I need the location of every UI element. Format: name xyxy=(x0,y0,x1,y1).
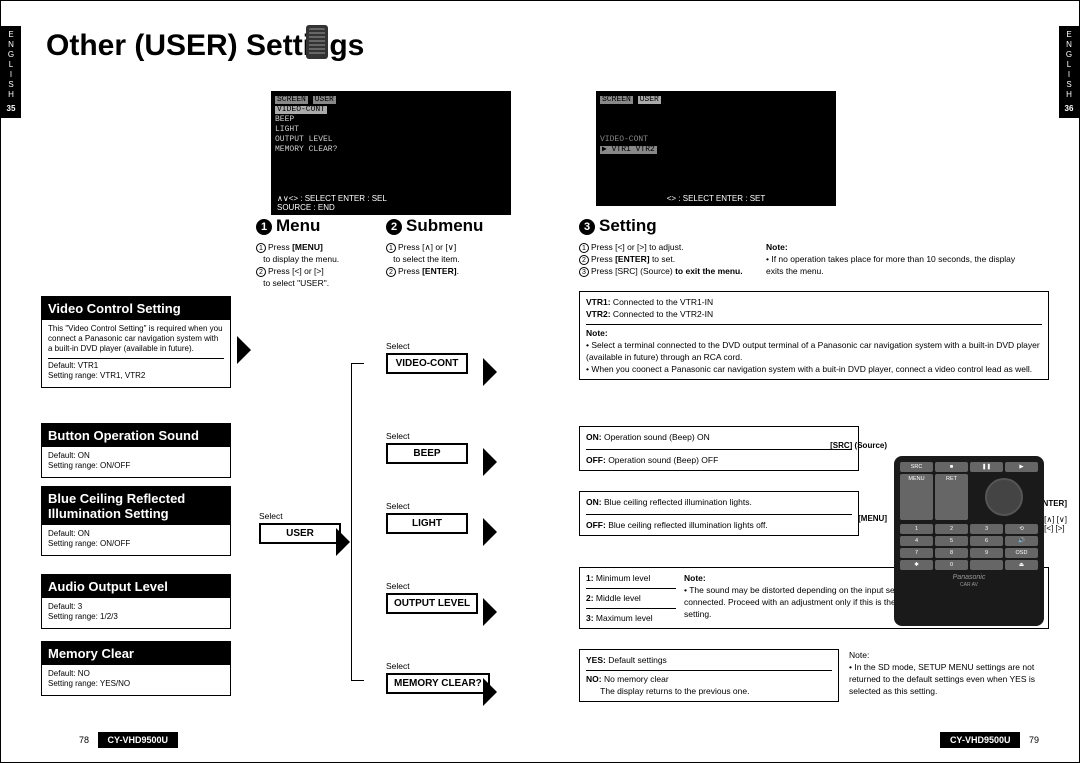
step-1-menu: 1Menu xyxy=(256,216,320,236)
expl-light: ON: Blue ceiling reflected illumination … xyxy=(579,491,859,536)
select-beep: SelectBEEP xyxy=(386,431,468,464)
box-video-control: Video Control Setting This "Video Contro… xyxy=(41,296,231,388)
arrow-icon xyxy=(483,448,497,476)
expl-memory-clear-note: Note: • In the SD mode, SETUP MENU setti… xyxy=(849,649,1049,697)
box-audio-output: Audio Output Level Default: 3Setting ran… xyxy=(41,574,231,629)
select-light: SelectLIGHT xyxy=(386,501,468,534)
expl-video: VTR1: Connected to the VTR1-IN VTR2: Con… xyxy=(579,291,1049,380)
step3-body: 1Press [<] or [>] to adjust. 2Press [ENT… xyxy=(579,241,749,277)
side-tab-right: E N G L I S H 36 xyxy=(1059,26,1079,118)
arrow-icon xyxy=(483,358,497,386)
section-num-right: 36 xyxy=(1059,104,1079,114)
osd-setting-screenshot: SCREEN USER VIDEO-CONT ▶ VTR1 VTR2 xyxy=(596,91,836,191)
step2-body: 1Press [∧] or [∨] to select the item. 2P… xyxy=(386,241,526,277)
footer-right: CY-VHD9500U 79 xyxy=(934,732,1039,748)
arrow-icon xyxy=(336,528,350,556)
lang-label: E N G L I S H xyxy=(1059,30,1079,100)
osd2-caption: <> : SELECT ENTER : SET xyxy=(596,191,836,206)
expl-memory-clear: YES: Default settings NO: No memory clea… xyxy=(579,649,839,702)
expl-beep: ON: Operation sound (Beep) ON OFF: Opera… xyxy=(579,426,859,471)
step-3-setting: 3Setting xyxy=(579,216,657,236)
remote-label-arrows: [∧] [∨] [<] [>] xyxy=(1044,515,1067,533)
note-timeout: Note: • If no operation takes place for … xyxy=(766,241,1026,277)
box-blue-ceiling: Blue Ceiling ReflectedIllumination Setti… xyxy=(41,486,231,556)
box-memory-clear: Memory Clear Default: NOSetting range: Y… xyxy=(41,641,231,696)
select-memory-clear: SelectMEMORY CLEAR? xyxy=(386,661,490,694)
arrow-icon xyxy=(483,678,497,706)
footer-left: 78 CY-VHD9500U xyxy=(79,732,184,748)
remote-label-menu: [MENU] xyxy=(858,514,887,523)
dpad-icon xyxy=(985,478,1023,516)
select-user: Select USER xyxy=(259,511,341,544)
box-button-sound: Button Operation Sound Default: ONSettin… xyxy=(41,423,231,478)
select-video-cont: SelectVIDEO-CONT xyxy=(386,341,468,374)
osd-menu-screenshot: SCREEN USER VIDEO-CONT BEEP LIGHT OUTPUT… xyxy=(271,91,511,191)
side-tab-left: E N G L I S H 35 xyxy=(1,26,21,118)
manual-spread: E N G L I S H 35 E N G L I S H 36 Other … xyxy=(0,0,1080,763)
osd1-caption: ∧∨<> : SELECT ENTER : SEL SOURCE : END xyxy=(271,191,511,215)
lang-label: E N G L I S H xyxy=(1,30,21,100)
remote-icon xyxy=(306,25,328,59)
arrow-icon xyxy=(483,518,497,546)
arrow-icon xyxy=(237,336,251,364)
arrow-icon xyxy=(483,598,497,626)
remote-label-src: [SRC] (Source) xyxy=(830,441,887,450)
step1-body: 1Press [MENU] to display the menu. 2Pres… xyxy=(256,241,376,289)
bracket-line xyxy=(351,363,352,681)
section-num-left: 35 xyxy=(1,104,21,114)
step-2-submenu: 2Submenu xyxy=(386,216,483,236)
select-output: SelectOUTPUT LEVEL xyxy=(386,581,478,614)
remote-illustration: SRC ■ ❚❚ ▶ MENU RET 123⟲ 456🔊 789OSD ✱0⏏… xyxy=(894,456,1044,626)
